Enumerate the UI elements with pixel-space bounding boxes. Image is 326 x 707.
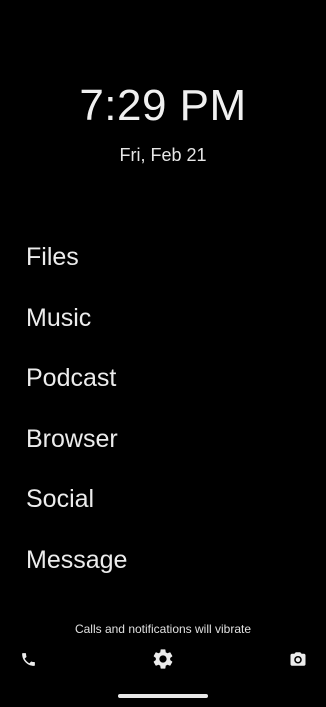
camera-icon — [290, 652, 306, 666]
app-item-social[interactable]: Social — [26, 482, 306, 543]
date-label: Fri, Feb 21 — [119, 145, 207, 165]
app-item-files[interactable]: Files — [26, 240, 306, 301]
app-item-browser[interactable]: Browser — [26, 422, 306, 483]
vibrate-notice: Calls and notifications will vibrate — [74, 622, 252, 636]
camera-shortcut-button[interactable] — [285, 646, 311, 672]
app-item-message[interactable]: Message — [26, 543, 306, 604]
phone-shortcut-button[interactable] — [15, 646, 41, 672]
clock-time: 7:29 PM — [79, 81, 247, 130]
app-list: Files Music Podcast Browser Social Messa… — [26, 240, 306, 604]
settings-shortcut-button[interactable] — [150, 646, 176, 672]
app-item-music[interactable]: Music — [26, 301, 306, 362]
app-item-podcast[interactable]: Podcast — [26, 361, 306, 422]
phone-icon — [21, 652, 35, 666]
settings-gear-icon — [153, 649, 173, 669]
gesture-navigation-handle[interactable] — [118, 694, 208, 698]
